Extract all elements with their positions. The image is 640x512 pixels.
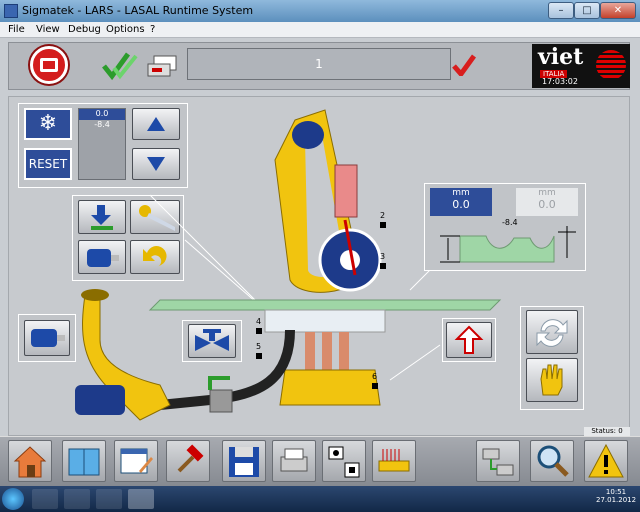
save-button[interactable] — [222, 440, 266, 482]
machine-module-icon — [147, 55, 177, 77]
marker-label: 4 — [256, 317, 262, 326]
hammer-button[interactable] — [166, 440, 210, 482]
network-icon — [482, 448, 514, 476]
scan-button[interactable] — [372, 440, 416, 482]
refresh-icon — [536, 319, 568, 347]
book-icon — [68, 448, 100, 476]
search-icon — [537, 445, 569, 477]
scanner-icon — [378, 449, 410, 472]
network-button[interactable] — [476, 440, 520, 482]
valve-icon — [195, 329, 229, 351]
media-player-taskbar-icon[interactable] — [64, 489, 90, 509]
status-field: 1 — [187, 48, 451, 80]
title-bar: Sigmatek - LARS - LASAL Runtime System –… — [0, 0, 640, 22]
menu-view[interactable]: View — [36, 24, 60, 35]
marker-label: 6 — [372, 372, 378, 381]
marker-label: 3 — [380, 252, 386, 261]
maximize-button[interactable]: □ — [574, 2, 600, 19]
window-title: Sigmatek - LARS - LASAL Runtime System — [22, 4, 254, 17]
marker-label: 2 — [380, 211, 386, 220]
emergency-stop-button[interactable] — [30, 46, 68, 84]
manual-mode-button[interactable] — [526, 358, 578, 402]
camera-icon — [328, 446, 360, 478]
lars-taskbar-icon[interactable] — [128, 489, 154, 509]
measure-left: mm 0.0 — [430, 188, 492, 216]
stop-icon — [40, 58, 58, 72]
marker-label: 5 — [256, 342, 262, 351]
minimize-button[interactable]: – — [548, 2, 574, 19]
edit-window-button[interactable] — [114, 440, 158, 482]
home-icon — [13, 446, 47, 478]
floppy-icon — [229, 447, 259, 477]
warning-icon — [588, 443, 624, 478]
ok-check-icon — [452, 54, 476, 76]
logo-disc — [596, 50, 626, 80]
explorer-taskbar-icon[interactable] — [32, 489, 58, 509]
book-button[interactable] — [62, 440, 106, 482]
double-check-icon — [102, 52, 138, 81]
menu-help[interactable]: ? — [150, 24, 155, 35]
snowflake-icon: ❄ — [38, 111, 58, 136]
app-icon — [4, 4, 18, 18]
menu-file[interactable]: File — [8, 24, 25, 35]
marker-indicator — [256, 328, 262, 334]
camera-button[interactable] — [322, 440, 366, 482]
search-button[interactable] — [530, 440, 574, 482]
warning-button[interactable] — [584, 440, 628, 482]
system-clock: 10:51 27.01.2012 — [596, 488, 637, 504]
menu-debug[interactable]: Debug — [68, 24, 101, 35]
arrow-up-icon — [454, 325, 484, 354]
lift-button[interactable] — [446, 322, 492, 358]
valve-button[interactable] — [188, 324, 236, 358]
marker-indicator — [256, 353, 262, 359]
print-button[interactable] — [272, 440, 316, 482]
printer-icon — [280, 448, 308, 472]
home-button[interactable] — [8, 440, 52, 482]
menu-options[interactable]: Options — [106, 24, 145, 35]
pump-motor-button[interactable] — [24, 320, 70, 356]
auto-cycle-button[interactable] — [526, 310, 578, 354]
marker-indicator — [380, 222, 386, 228]
viet-logo: viet ITALIA 17:03:02 — [532, 44, 630, 88]
start-button[interactable] — [2, 488, 24, 510]
menu-bar: File View Debug Options ? — [0, 22, 640, 38]
motor-icon — [31, 329, 65, 347]
close-button[interactable]: ✕ — [600, 2, 636, 19]
edit-window-icon — [120, 448, 153, 474]
browser-taskbar-icon[interactable] — [96, 489, 122, 509]
hammer-icon — [177, 444, 204, 473]
marker-indicator — [372, 383, 378, 389]
profile-diagram — [440, 226, 576, 263]
hand-icon — [540, 364, 563, 396]
measure-right: mm 0.0 — [516, 188, 578, 216]
marker-indicator — [380, 263, 386, 269]
clock: 17:03:02 — [542, 77, 578, 86]
